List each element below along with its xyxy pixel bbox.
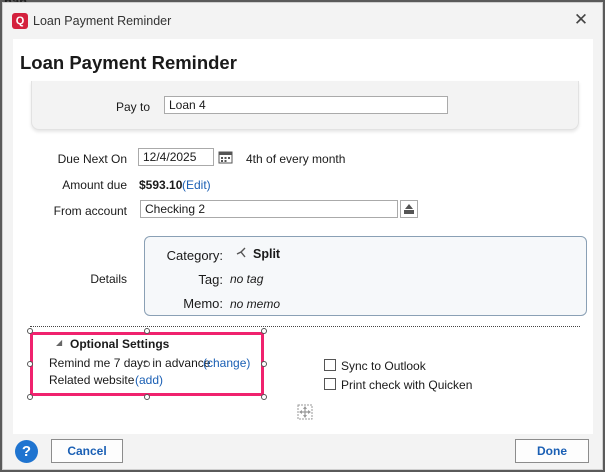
resize-handle bbox=[144, 361, 150, 367]
tag-value: no tag bbox=[230, 272, 264, 286]
content-area: Loan Payment Reminder Pay to Loan 4 Due … bbox=[13, 39, 593, 434]
resize-handle bbox=[27, 394, 33, 400]
pay-to-panel: Pay to Loan 4 bbox=[31, 81, 579, 130]
amount-due-value: $593.10 bbox=[139, 178, 183, 192]
move-handle-icon[interactable] bbox=[297, 404, 313, 420]
resize-handle bbox=[261, 328, 267, 334]
due-next-on-label: Due Next On bbox=[57, 152, 127, 166]
sync-outlook-checkbox[interactable] bbox=[324, 359, 336, 371]
done-button[interactable]: Done bbox=[515, 439, 589, 463]
close-icon[interactable]: ✕ bbox=[570, 9, 592, 31]
due-date-input[interactable]: 12/4/2025 bbox=[138, 148, 214, 166]
from-account-label: From account bbox=[53, 204, 127, 218]
quicken-app-icon: Q bbox=[12, 13, 28, 29]
resize-handle bbox=[144, 394, 150, 400]
pay-to-input[interactable]: Loan 4 bbox=[164, 96, 448, 114]
account-picker-icon[interactable] bbox=[400, 200, 418, 218]
memo-label: Memo: bbox=[183, 296, 223, 311]
category-value: Split bbox=[253, 247, 281, 261]
resize-handle bbox=[27, 361, 33, 367]
calendar-icon[interactable] bbox=[216, 148, 234, 166]
edit-amount-link[interactable]: (Edit) bbox=[182, 178, 211, 192]
resize-handle bbox=[144, 328, 150, 334]
print-check-checkbox[interactable] bbox=[324, 378, 336, 390]
pay-to-label: Pay to bbox=[115, 100, 150, 114]
print-check-label: Print check with Quicken bbox=[341, 378, 473, 392]
split-icon bbox=[235, 246, 247, 263]
resize-handle bbox=[261, 394, 267, 400]
help-icon[interactable]: ? bbox=[15, 440, 38, 463]
sync-outlook-label: Sync to Outlook bbox=[341, 359, 426, 373]
cancel-button[interactable]: Cancel bbox=[51, 439, 123, 463]
resize-handle bbox=[27, 328, 33, 334]
details-label: Details bbox=[90, 272, 127, 286]
memo-value: no memo bbox=[230, 297, 281, 311]
title-bar: Q Loan Payment Reminder ✕ bbox=[3, 3, 602, 39]
loan-payment-reminder-dialog: Q Loan Payment Reminder ✕ Loan Payment R… bbox=[2, 2, 603, 470]
divider bbox=[30, 326, 580, 327]
page-title: Loan Payment Reminder bbox=[20, 52, 237, 73]
details-box[interactable]: Category: Split Tag: no tag Memo: no mem… bbox=[144, 236, 587, 316]
due-frequency-text: 4th of every month bbox=[246, 152, 346, 166]
tag-label: Tag: bbox=[198, 272, 223, 287]
from-account-select[interactable]: Checking 2 bbox=[140, 200, 398, 218]
category-label: Category: bbox=[166, 248, 223, 263]
resize-handle bbox=[261, 361, 267, 367]
window-title: Loan Payment Reminder bbox=[33, 14, 172, 28]
amount-due-label: Amount due bbox=[62, 178, 127, 192]
footer: ? Cancel Done bbox=[3, 434, 602, 471]
